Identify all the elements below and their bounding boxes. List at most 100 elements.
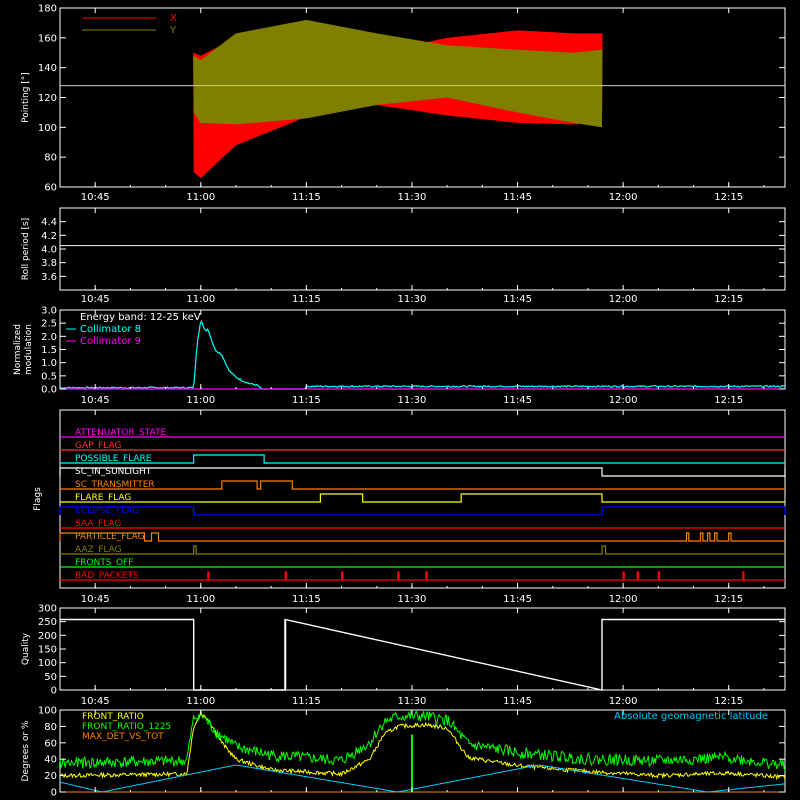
roll-xtick-label: 10:45 (81, 294, 110, 305)
quality-xtick-label: 11:15 (292, 696, 321, 707)
pointing-xtick-label: 10:45 (81, 192, 110, 203)
quality-ytick-label: 0 (51, 686, 57, 697)
flag-line-possible-flare (60, 454, 785, 464)
pointing-xtick-label: 12:00 (609, 192, 638, 203)
flags-xtick-label: 12:15 (714, 594, 743, 605)
flag-label-possible-flare: POSSIBLE_FLARE (75, 454, 152, 464)
modulation-legend-item: Energy band: 12-25 keV (80, 312, 201, 323)
flag-line-sc-transmitter (60, 480, 785, 490)
quality-xtick-label: 12:00 (609, 696, 638, 707)
ratios-ytick-label: 100 (38, 706, 57, 717)
quality-ytick-label: 50 (44, 672, 57, 683)
roll-ytick-label: 4.4 (41, 217, 57, 228)
pointing-ytick-label: 140 (38, 63, 57, 74)
ratios-legend-latitude: Absolute geomagnetic latitude (614, 711, 768, 722)
ratios-legend-item: FRONT_RATIO (82, 712, 144, 722)
roll-xtick-label: 12:00 (609, 294, 638, 305)
flag-label-flare-flag: FLARE_FLAG (75, 493, 131, 503)
modulation-ytick-label: 0.5 (41, 371, 57, 382)
pointing-xtick-label: 12:15 (714, 192, 743, 203)
ratios-ytick-label: 80 (44, 722, 57, 733)
roll-xtick-label: 11:30 (398, 294, 427, 305)
ratios-ytick-label: 20 (44, 771, 57, 782)
pointing-ytick-label: 160 (38, 33, 57, 44)
quality-xtick-label: 11:00 (186, 696, 215, 707)
modulation-ytick-label: 2.5 (41, 319, 57, 330)
roll-ytick-label: 4.0 (41, 245, 57, 256)
pointing-xtick-label: 11:45 (503, 192, 532, 203)
pointing-ytick-label: 80 (44, 153, 57, 164)
roll-xtick-label: 11:45 (503, 294, 532, 305)
flags-xtick-label: 10:45 (81, 594, 110, 605)
flag-line-bad-packets (60, 571, 785, 581)
quality-ytick-label: 300 (38, 604, 57, 615)
pointing-legend-x: X (170, 13, 177, 24)
flag-label-fronts-off: FRONTS_OFF (75, 558, 133, 568)
flag-label-saa-flag: SAA_FLAG (75, 519, 121, 529)
pointing-ytick-label: 60 (44, 183, 57, 194)
modulation-xtick-label: 11:30 (398, 395, 427, 406)
flag-label-attenuator-state: ATTENUATOR_STATE (75, 428, 167, 438)
roll-ytick-label: 3.6 (41, 272, 57, 283)
modulation-xtick-label: 11:45 (503, 395, 532, 406)
flags-xtick-label: 11:45 (503, 594, 532, 605)
flag-line-eclipse-flag (59, 506, 786, 516)
modulation-xtick-label: 12:15 (714, 395, 743, 406)
pointing-ytick-label: 120 (38, 93, 57, 104)
roll-xtick-label: 12:15 (714, 294, 743, 305)
roll-ytick-label: 3.8 (41, 258, 57, 269)
modulation-xtick-label: 11:15 (292, 395, 321, 406)
quality-xtick-label: 12:15 (714, 696, 743, 707)
modulation-ylabel: modulation (24, 324, 34, 375)
ratios-legend-item: FRONT_RATIO_1225 (82, 722, 171, 732)
flag-label-aaz-flag: AAZ_FLAG (75, 545, 122, 555)
pointing-ytick-label: 180 (38, 4, 57, 15)
pointing-legend-y: Y (169, 25, 177, 36)
flag-line-flare-flag (60, 493, 785, 503)
flags-xtick-label: 12:00 (609, 594, 638, 605)
roll-ylabel: Roll period [s] (21, 218, 31, 280)
flags-xtick-label: 11:00 (186, 594, 215, 605)
ratios-ylabel: Degrees or % (21, 720, 31, 781)
quality-ytick-label: 100 (38, 658, 57, 669)
flag-label-eclipse-flag: ECLIPSE_FLAG (75, 506, 139, 516)
quality-series (60, 618, 785, 691)
quality-xtick-label: 11:30 (398, 696, 427, 707)
ratios-series-absolute-geomagnetic-latitude (59, 764, 786, 793)
quality-xtick-label: 11:45 (503, 696, 532, 707)
modulation-xtick-label: 12:00 (609, 395, 638, 406)
quality-frame (59, 607, 786, 691)
flag-line-aaz-flag (60, 545, 785, 555)
flag-label-sc-transmitter: SC_TRANSMITTER (75, 480, 155, 490)
pointing-ytick-label: 100 (38, 123, 57, 134)
modulation-legend-item: Collimator 8 (80, 324, 141, 335)
flag-label-gap-flag: GAP_FLAG (75, 441, 121, 451)
ratios-ytick-label: 40 (44, 755, 57, 766)
roll-xtick-label: 11:15 (292, 294, 321, 305)
figure: 60 80 100 120 140 160 180 10:45 11:00 11:15 11:30 1… (13, 4, 786, 799)
ratios-legend-item: MAX_DET_VS_TOT (82, 732, 164, 742)
flag-label-sc-in-sunlight: SC_IN_SUNLIGHT (75, 467, 152, 477)
modulation-ytick-label: 1.5 (41, 345, 57, 356)
ratios-ytick-label: 0 (51, 788, 57, 799)
quality-xtick-label: 10:45 (81, 696, 110, 707)
modulation-series-collimator-8 (59, 319, 786, 390)
roll-frame (59, 207, 786, 291)
modulation-ytick-label: 3.0 (41, 306, 57, 317)
modulation-xtick-label: 11:00 (186, 395, 215, 406)
quality-ytick-label: 200 (38, 631, 57, 642)
roll-xtick-label: 11:00 (186, 294, 215, 305)
flag-line-sc-in-sunlight (59, 467, 786, 477)
pointing-xtick-label: 11:30 (398, 192, 427, 203)
modulation-ytick-label: 1.0 (41, 358, 57, 369)
quality-ylabel: Quality (21, 632, 31, 665)
pointing-ylabel: Pointing [°] (21, 72, 31, 123)
pointing-xtick-label: 11:00 (186, 192, 215, 203)
quality-ytick-label: 250 (38, 617, 57, 628)
flag-line-particle-flag (59, 532, 785, 542)
flag-label-particle-flag: PARTICLE_FLAG (75, 532, 145, 542)
pointing-xtick-label: 11:15 (292, 192, 321, 203)
modulation-xtick-label: 10:45 (81, 395, 110, 406)
flags-xtick-label: 11:30 (398, 594, 427, 605)
flag-label-bad-packets: BAD_PACKETS (75, 571, 139, 581)
